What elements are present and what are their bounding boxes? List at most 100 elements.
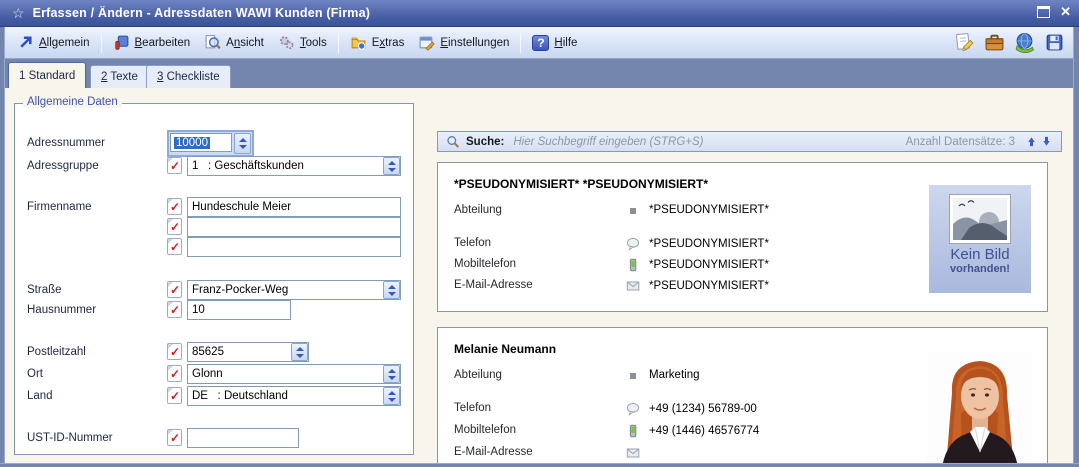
notes-pencil-icon[interactable] (954, 32, 975, 53)
menu-separator (338, 33, 339, 53)
adressnummer-spinner[interactable] (234, 133, 251, 154)
tab-checkliste[interactable]: 3 Checkliste (146, 65, 231, 88)
phone-value: +49 (1234) 56789-00 (649, 403, 757, 415)
window-border-bottom (0, 463, 1079, 467)
firmenname1-check-icon[interactable] (167, 198, 182, 215)
landscape-image-icon (949, 194, 1011, 244)
strasse-check-icon[interactable] (167, 281, 182, 298)
ort-spinner[interactable] (383, 365, 400, 383)
adressgruppe-field-group (187, 156, 401, 176)
magnifier-page-icon (204, 34, 221, 51)
firmenname-input-1[interactable] (187, 197, 401, 217)
department-label: Abteilung (454, 204, 502, 216)
gears-icon (278, 34, 295, 51)
search-icon (446, 135, 460, 149)
menu-item-tools[interactable]: Tools (271, 31, 334, 54)
firmenname-input-2[interactable] (187, 217, 401, 237)
bullet-icon (630, 208, 636, 214)
maximize-restore-button[interactable] (1037, 6, 1050, 18)
hausnummer-check-icon[interactable] (167, 301, 182, 318)
contact-card[interactable]: *PSEUDONYMISIERT* *PSEUDONYMISIERT* Abte… (437, 162, 1048, 312)
toolbar-quick-icons (954, 32, 1065, 53)
briefcase-icon[interactable] (984, 32, 1005, 53)
firmenname-input-3[interactable] (187, 237, 401, 257)
menu-item-einstellungen[interactable]: Einstellungen (411, 31, 516, 54)
record-up-icon[interactable] (1025, 135, 1038, 148)
save-icon[interactable] (1044, 32, 1065, 53)
search-label: Suche: (466, 136, 504, 148)
contact-name: *PSEUDONYMISIERT* *PSEUDONYMISIERT* (454, 177, 708, 191)
settings-pencil-icon (418, 34, 435, 51)
mobile-value: +49 (1446) 46576774 (649, 425, 759, 437)
postleitzahl-spinner[interactable] (291, 343, 308, 361)
menu-item-allgemein[interactable]: Allgemein (10, 31, 97, 54)
search-bar[interactable]: Suche: Hier Suchbegriff eingeben (STRG+S… (437, 131, 1062, 152)
hausnummer-input[interactable] (187, 300, 291, 320)
firmenname2-check-icon[interactable] (167, 218, 182, 235)
contact-card[interactable]: Melanie Neumann Abteilung Marketing Tele… (437, 327, 1048, 464)
ort-check-icon[interactable] (167, 365, 182, 382)
favorite-star-icon[interactable]: ☆ (12, 5, 25, 22)
help-icon (532, 35, 549, 51)
phone-label: Telefon (454, 402, 491, 414)
department-value: *PSEUDONYMISIERT* (649, 204, 769, 216)
portrait-image (926, 353, 1033, 465)
label-hausnummer: Hausnummer (27, 304, 96, 316)
menu-label: Extras (372, 37, 405, 49)
groupbox-allgemeine-daten: Allgemeine Daten Adressnummer 10000 Adre… (14, 103, 414, 455)
ustid-check-icon[interactable] (167, 429, 182, 446)
land-spinner[interactable] (383, 387, 400, 405)
mobile-phone-icon (626, 258, 640, 272)
close-button[interactable]: ✕ (1060, 6, 1071, 18)
label-adressnummer: Adressnummer (27, 137, 105, 149)
label-adressgruppe: Adressgruppe (27, 160, 99, 172)
speech-bubble-icon (626, 237, 640, 251)
email-icon (626, 279, 640, 293)
bullet-icon (630, 373, 636, 379)
ort-input[interactable] (187, 364, 401, 384)
ustid-input[interactable] (187, 428, 299, 448)
label-firmenname: Firmenname (27, 201, 92, 213)
tab-standard[interactable]: 1 Standard (8, 62, 86, 88)
title-bar: ☆ Erfassen / Ändern - Adressdaten WAWI K… (0, 0, 1079, 27)
no-image-subtitle: vorhanden! (929, 263, 1031, 275)
adressgruppe-spinner[interactable] (383, 157, 400, 175)
menu-item-bearbeiten[interactable]: Bearbeiten (106, 31, 198, 54)
menu-label: Einstellungen (440, 37, 509, 49)
menu-label: Tools (300, 37, 327, 49)
postleitzahl-check-icon[interactable] (167, 343, 182, 360)
land-check-icon[interactable] (167, 387, 182, 404)
menu-item-hilfe[interactable]: Hilfe (525, 32, 584, 54)
mobile-label: Mobiltelefon (454, 424, 516, 436)
groupbox-title: Allgemeine Daten (23, 96, 122, 108)
mobile-label: Mobiltelefon (454, 258, 516, 270)
menu-item-ansicht[interactable]: Ansicht (197, 31, 271, 54)
arrow-northeast-icon (17, 34, 34, 51)
firmenname3-check-icon[interactable] (167, 238, 182, 255)
tab-texte[interactable]: 2 Texte (90, 65, 149, 88)
land-input[interactable] (187, 386, 401, 406)
menu-item-extras[interactable]: Extras (343, 31, 412, 54)
tab-strip: 1 Standard 2 Texte 3 Checkliste (0, 59, 1079, 88)
label-postleitzahl: Postleitzahl (27, 346, 86, 358)
tab-label: 2 Texte (101, 71, 138, 83)
label-ort: Ort (27, 368, 43, 380)
adressnummer-input[interactable]: 10000 (170, 133, 232, 152)
adressnummer-field-group: 10000 (167, 130, 254, 157)
search-placeholder: Hier Suchbegriff eingeben (STRG+S) (513, 136, 905, 148)
tab-label: 1 Standard (19, 70, 75, 82)
strasse-input[interactable] (187, 280, 401, 300)
adressgruppe-check-icon[interactable] (167, 157, 182, 174)
record-down-icon[interactable] (1040, 135, 1053, 148)
selected-text: 10000 (174, 137, 210, 149)
globe-icon[interactable] (1014, 32, 1035, 53)
adressgruppe-input[interactable] (187, 156, 401, 176)
postleitzahl-field-group (187, 342, 309, 362)
edit-icon (113, 34, 130, 51)
email-label: E-Mail-Adresse (454, 279, 533, 291)
menu-label: Bearbeiten (135, 37, 191, 49)
phone-value: *PSEUDONYMISIERT* (649, 238, 769, 250)
folder-info-icon (350, 34, 367, 51)
strasse-spinner[interactable] (383, 281, 400, 299)
mobile-phone-icon (626, 424, 640, 438)
